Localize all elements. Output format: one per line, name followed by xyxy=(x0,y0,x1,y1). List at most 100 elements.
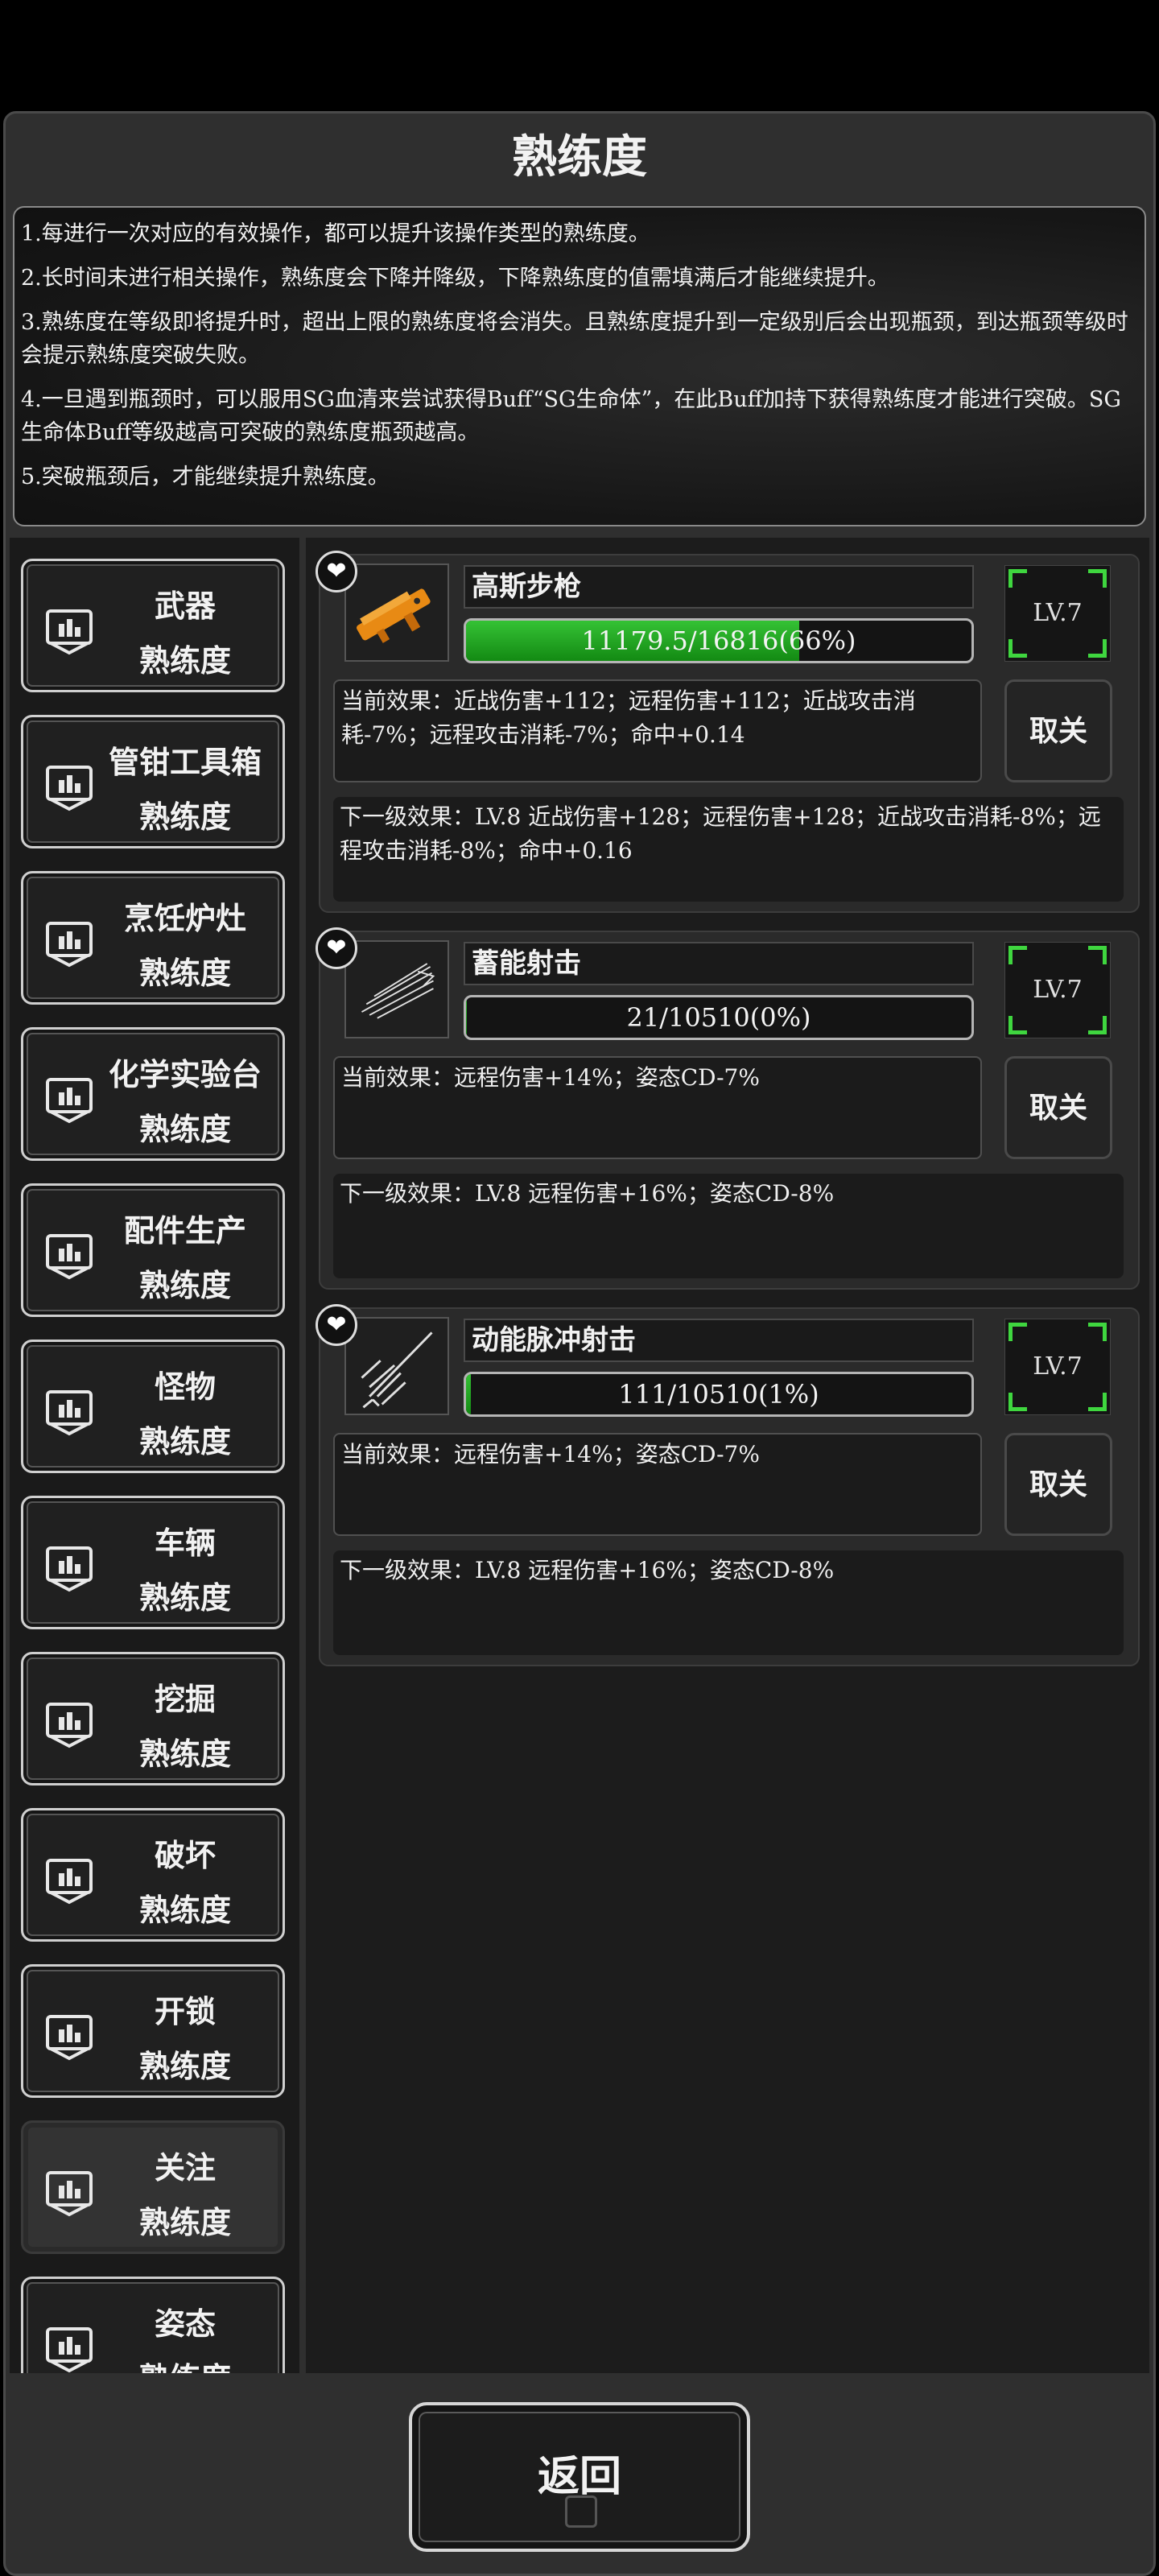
corner-mark xyxy=(1008,1393,1027,1411)
category-label: 武器 熟练度 xyxy=(94,579,276,688)
progress-text: 21/10510(0%) xyxy=(626,1002,811,1033)
proficiency-badge-icon xyxy=(43,1384,96,1437)
category-name: 姿态 xyxy=(154,2306,216,2342)
category-item[interactable]: 烹饪炉灶 熟练度 xyxy=(21,871,285,1005)
category-suffix: 熟练度 xyxy=(138,955,231,991)
skill-card: ❤ 蓄能射击 21/10510(0%) LV.7 当前效果：远程伤害+14%；姿态CD-… xyxy=(316,927,1140,1290)
corner-mark xyxy=(1008,639,1027,658)
skill-thumbnail xyxy=(344,564,449,662)
next-effect: 下一级效果：LV.8 远程伤害+16%；姿态CD-8% xyxy=(333,1550,1124,1655)
category-name: 烹饪炉灶 xyxy=(123,900,246,936)
category-name: 关注 xyxy=(154,2149,216,2186)
category-name: 开锁 xyxy=(154,1993,216,2029)
skill-name: 蓄能射击 xyxy=(464,942,974,985)
category-suffix: 熟练度 xyxy=(138,2048,231,2084)
corner-mark xyxy=(1088,946,1107,964)
category-name: 破坏 xyxy=(154,1837,216,1873)
corner-mark xyxy=(1088,569,1107,588)
skill-thumbnail xyxy=(344,1317,449,1415)
corner-mark xyxy=(1008,946,1027,964)
level-box: LV.7 xyxy=(1004,942,1111,1038)
skill-thumbnail xyxy=(344,940,449,1038)
proficiency-badge-icon xyxy=(43,2008,96,2062)
current-effect: 当前效果：远程伤害+14%；姿态CD-7% xyxy=(333,1433,982,1536)
category-label: 姿态熟练度 xyxy=(94,2297,276,2373)
unfollow-button[interactable]: 取关 xyxy=(1004,1433,1112,1536)
skill-name: 动能脉冲射击 xyxy=(464,1319,974,1362)
category-suffix: 熟练度 xyxy=(138,2204,231,2240)
progress-bar: 21/10510(0%) xyxy=(464,995,974,1040)
category-item[interactable]: 管钳工具箱 熟练度 xyxy=(21,715,285,848)
progress-text: 11179.5/16816(66%) xyxy=(581,625,856,656)
progress-bar: 11179.5/16816(66%) xyxy=(464,618,974,663)
rule-text: 2.长时间未进行相关操作，熟练度会下降并降级，下降熟练度的值需填满后才能继续提升… xyxy=(21,266,889,291)
category-suffix: 熟练度 xyxy=(138,1111,231,1147)
category-name: 化学实验台 xyxy=(108,1056,262,1092)
level-label: LV.7 xyxy=(1033,976,1083,1004)
next-effect: 下一级效果：LV.8 远程伤害+16%；姿态CD-8% xyxy=(333,1174,1124,1278)
category-item[interactable]: 开锁 熟练度 xyxy=(21,1964,285,2098)
level-box: LV.7 xyxy=(1004,1319,1111,1415)
category-name: 怪物 xyxy=(154,1368,216,1405)
level-label: LV.7 xyxy=(1033,1352,1083,1381)
rules-box: 1.每进行一次对应的有效操作，都可以提升该操作类型的熟练度。 2.长时间未进行相… xyxy=(13,206,1146,526)
current-effect: 当前效果：远程伤害+14%；姿态CD-7% xyxy=(333,1056,982,1159)
category-suffix: 熟练度 xyxy=(138,1267,231,1303)
rule-text: 4.一旦遇到瓶颈时，可以服用SG血清来尝试获得Buff“SG生命体”，在此Buf… xyxy=(21,387,1121,445)
category-label: 破坏 熟练度 xyxy=(94,1828,276,1938)
category-name: 管钳工具箱 xyxy=(108,744,262,780)
category-item[interactable]: 车辆 熟练度 xyxy=(21,1496,285,1629)
proficiency-badge-icon xyxy=(43,759,96,812)
corner-mark xyxy=(1088,1016,1107,1034)
category-item[interactable]: 挖掘 熟练度 xyxy=(21,1652,285,1785)
category-name: 挖掘 xyxy=(154,1681,216,1717)
unfollow-button[interactable]: 取关 xyxy=(1004,679,1112,782)
category-suffix: 熟练度 xyxy=(138,1423,231,1459)
category-suffix: 熟练度 xyxy=(138,1736,231,1772)
corner-mark xyxy=(1088,639,1107,658)
category-sidebar[interactable]: 武器 熟练度 管钳工具箱 熟练度 烹饪炉灶 熟练度 化学实验台 熟练度 配件生产 熟练度 怪物 熟练度… xyxy=(10,538,299,2373)
proficiency-badge-icon xyxy=(43,1071,96,1125)
proficiency-badge-icon xyxy=(43,603,96,656)
next-effect: 下一级效果：LV.8 近战伤害+128；远程伤害+128；近战攻击消耗-8%；远… xyxy=(333,797,1124,902)
category-label: 烹饪炉灶 熟练度 xyxy=(94,891,276,1001)
back-button[interactable]: 返回 xyxy=(409,2402,750,2552)
category-item[interactable]: 姿态熟练度 xyxy=(21,2277,285,2373)
heart-icon[interactable]: ❤ xyxy=(316,1304,357,1346)
unfollow-button[interactable]: 取关 xyxy=(1004,1056,1112,1159)
category-suffix: 熟练度 xyxy=(94,2351,276,2373)
category-suffix: 熟练度 xyxy=(138,1892,231,1928)
corner-mark xyxy=(1088,1393,1107,1411)
category-item[interactable]: 关注 熟练度 xyxy=(21,2120,285,2254)
category-item[interactable]: 武器 熟练度 xyxy=(21,559,285,692)
back-button-label: 返回 xyxy=(537,2452,621,2501)
category-item[interactable]: 化学实验台 熟练度 xyxy=(21,1027,285,1161)
category-label: 开锁 熟练度 xyxy=(94,1984,276,2094)
category-label: 怪物 熟练度 xyxy=(94,1360,276,1469)
page-title: 熟练度 xyxy=(512,130,647,184)
heart-icon[interactable]: ❤ xyxy=(316,927,357,969)
corner-mark xyxy=(1008,1323,1027,1341)
proficiency-badge-icon xyxy=(43,1228,96,1281)
progress-text: 111/10510(1%) xyxy=(618,1379,819,1410)
heart-icon[interactable]: ❤ xyxy=(316,551,357,592)
level-label: LV.7 xyxy=(1033,599,1083,627)
category-item[interactable]: 破坏 熟练度 xyxy=(21,1808,285,1942)
rule-text: 1.每进行一次对应的有效操作，都可以提升该操作类型的熟练度。 xyxy=(21,221,650,246)
proficiency-badge-icon xyxy=(43,1852,96,1905)
category-item[interactable]: 怪物 熟练度 xyxy=(21,1340,285,1473)
category-label: 挖掘 熟练度 xyxy=(94,1672,276,1781)
category-suffix: 熟练度 xyxy=(138,1579,231,1616)
progress-bar: 111/10510(1%) xyxy=(464,1372,974,1417)
skill-card: ❤ 动能脉冲射击 111/10510(1%) LV.7 当前效果：远程伤害+14%；姿态… xyxy=(316,1304,1140,1666)
category-name: 武器 xyxy=(154,588,216,624)
skill-list: ❤ 高斯步枪 11179.5/16816(66%) LV.7 当前效果：近战伤害+112… xyxy=(306,538,1149,2373)
category-label: 关注 熟练度 xyxy=(94,2140,276,2250)
category-item[interactable]: 配件生产 熟练度 xyxy=(21,1183,285,1317)
category-label: 化学实验台 熟练度 xyxy=(94,1047,276,1157)
category-name: 车辆 xyxy=(154,1525,216,1561)
skill-card: ❤ 高斯步枪 11179.5/16816(66%) LV.7 当前效果：近战伤害+112… xyxy=(316,551,1140,913)
rule-text: 5.突破瓶颈后，才能继续提升熟练度。 xyxy=(21,464,390,489)
rule-text: 3.熟练度在等级即将提升时，超出上限的熟练度将会消失。且熟练度提升到一定级别后会… xyxy=(21,310,1128,368)
button-glyph-icon xyxy=(565,2496,597,2528)
